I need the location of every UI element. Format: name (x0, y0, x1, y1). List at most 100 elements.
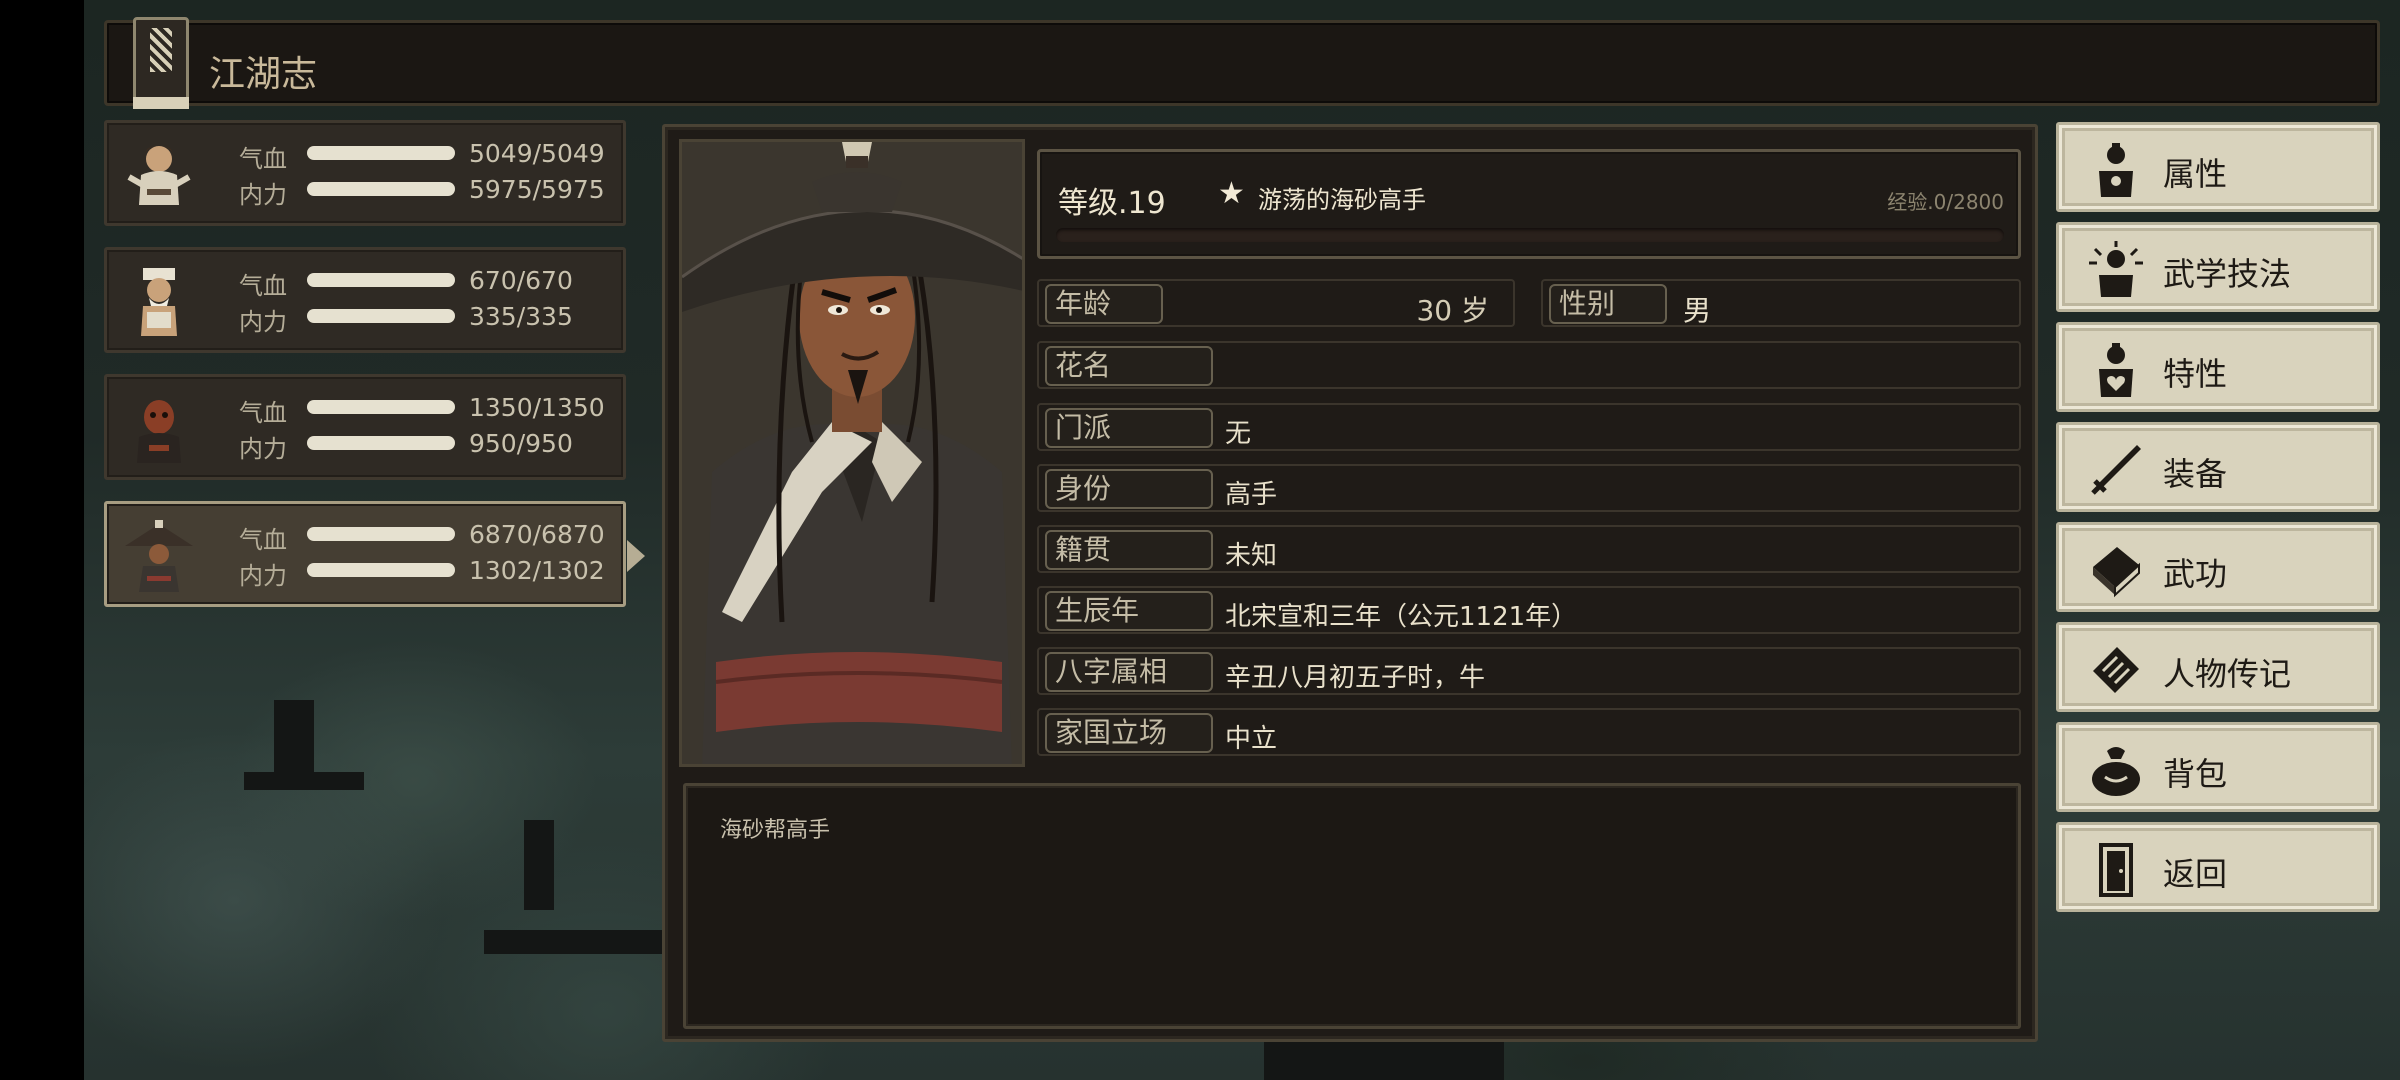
field-value: 中立 (1225, 724, 1278, 754)
sparkle-person-icon (2089, 241, 2143, 297)
martial-skills-button[interactable]: 武学技法 (2056, 222, 2380, 312)
identity-field: 身份 高手 (1037, 464, 2021, 512)
nickname-field: 花名 (1037, 341, 2021, 389)
biography-button[interactable]: 人物传记 (2056, 622, 2380, 712)
field-label: 生辰年 (1045, 591, 1213, 631)
old-man-avatar (141, 268, 177, 336)
sword-icon (2091, 445, 2141, 495)
mp-value: 5975/5975 (469, 175, 605, 204)
hometown-field: 籍贯 未知 (1037, 525, 2021, 573)
age-label: 年龄 (1045, 284, 1163, 324)
field-value: 辛丑八月初五子时，牛 (1225, 663, 1486, 693)
experience-text: 经验.0/2800 (1887, 190, 2004, 214)
character-portrait (682, 142, 1022, 764)
age-value: 30 岁 (1416, 294, 1489, 327)
masked-fighter-avatar (137, 400, 181, 463)
equipment-button[interactable]: 装备 (2056, 422, 2380, 512)
field-value: 高手 (1225, 480, 1278, 510)
bag-icon (2092, 747, 2140, 796)
zodiac-field: 八字属相 辛丑八月初五子时，牛 (1037, 647, 2021, 695)
kungfu-button[interactable]: 武功 (2056, 522, 2380, 612)
hp-bar (307, 527, 455, 541)
door-icon (2099, 843, 2133, 897)
menu-label: 武学技法 (2163, 255, 2292, 293)
straw-hat-avatar (125, 520, 193, 592)
menu-label: 返回 (2163, 855, 2228, 893)
hp-label: 气血 (239, 526, 287, 554)
mp-label: 内力 (239, 562, 287, 590)
mp-value: 1302/1302 (469, 556, 605, 585)
title-bar: 江湖志 (104, 17, 2380, 109)
ship-hull (244, 772, 364, 790)
hp-label: 气血 (239, 272, 287, 300)
menu-label: 属性 (2163, 155, 2228, 193)
sect-field: 门派 无 (1037, 403, 2021, 451)
ship-hull (484, 930, 664, 954)
field-label: 花名 (1045, 346, 1213, 386)
field-label: 籍贯 (1045, 530, 1213, 570)
biography-box: 海砂帮高手 (683, 783, 2021, 1029)
ship-silhouette (524, 820, 554, 910)
ship-silhouette (274, 700, 314, 780)
hp-value: 1350/1350 (469, 393, 605, 422)
hp-bar (307, 400, 455, 414)
back-button[interactable]: 返回 (2056, 822, 2380, 912)
journal-book-icon (133, 17, 189, 109)
gender-field: 性别 男 (1541, 279, 2021, 327)
menu-label: 人物传记 (2163, 655, 2292, 693)
inventory-button[interactable]: 背包 (2056, 722, 2380, 812)
character-panel: 等级.19 ★ 游荡的海砂高手 经验.0/2800 年龄 30 岁 性别 男 花… (662, 124, 2038, 1042)
menu-label: 武功 (2163, 555, 2228, 593)
experience-bar (1056, 228, 2004, 242)
hp-label: 气血 (239, 399, 287, 427)
gender-value: 男 (1683, 294, 1712, 327)
selection-arrow-icon (627, 540, 645, 572)
portrait-frame (679, 139, 1025, 767)
hp-bar (307, 273, 455, 287)
manual-book-icon (2093, 547, 2140, 598)
hp-label: 气血 (239, 145, 287, 173)
rank-title: 游荡的海砂高手 (1258, 186, 1426, 214)
hp-value: 6870/6870 (469, 520, 605, 549)
field-value: 北宋宣和三年（公元1121年） (1225, 602, 1578, 632)
menu-label: 特性 (2163, 355, 2228, 393)
field-label: 身份 (1045, 469, 1213, 509)
menu-label: 装备 (2163, 455, 2228, 493)
mp-bar (307, 436, 455, 450)
scroll-icon (2093, 647, 2139, 693)
field-label: 家国立场 (1045, 713, 1213, 753)
building-silhouette (1264, 1040, 1504, 1080)
attributes-button[interactable]: 属性 (2056, 122, 2380, 212)
gender-label: 性别 (1549, 284, 1667, 324)
biography-text: 海砂帮高手 (720, 818, 831, 843)
mp-value: 335/335 (469, 302, 573, 331)
field-label: 八字属相 (1045, 652, 1213, 692)
party-member[interactable]: 气血 1350/1350 内力 950/950 (104, 374, 626, 480)
star-icon: ★ (1218, 176, 1245, 211)
hp-value: 670/670 (469, 266, 573, 295)
birth-year-field: 生辰年 北宋宣和三年（公元1121年） (1037, 586, 2021, 634)
field-label: 门派 (1045, 408, 1213, 448)
party-member-selected[interactable]: 气血 6870/6870 内力 1302/1302 (104, 501, 645, 607)
martial-artist-avatar (127, 145, 191, 205)
party-member[interactable]: 气血 5049/5049 内力 5975/5975 (104, 120, 626, 226)
menu-label: 背包 (2163, 755, 2228, 793)
field-value: 无 (1225, 419, 1252, 449)
age-field: 年龄 30 岁 (1037, 279, 1515, 327)
letterbox-left (0, 0, 84, 1080)
heart-person-icon (2099, 343, 2133, 397)
mp-label: 内力 (239, 308, 287, 336)
level-header: 等级.19 ★ 游荡的海砂高手 经验.0/2800 (1037, 149, 2021, 259)
page-title: 江湖志 (209, 54, 318, 95)
hp-value: 5049/5049 (469, 139, 605, 168)
field-value: 未知 (1225, 541, 1278, 571)
mp-label: 内力 (239, 435, 287, 463)
traits-button[interactable]: 特性 (2056, 322, 2380, 412)
level-text: 等级.19 (1058, 186, 1166, 221)
allegiance-field: 家国立场 中立 (1037, 708, 2021, 756)
party-member[interactable]: 气血 670/670 内力 335/335 (104, 247, 626, 353)
mp-value: 950/950 (469, 429, 573, 458)
mp-bar (307, 309, 455, 323)
hp-bar (307, 146, 455, 160)
person-icon (2099, 143, 2133, 197)
